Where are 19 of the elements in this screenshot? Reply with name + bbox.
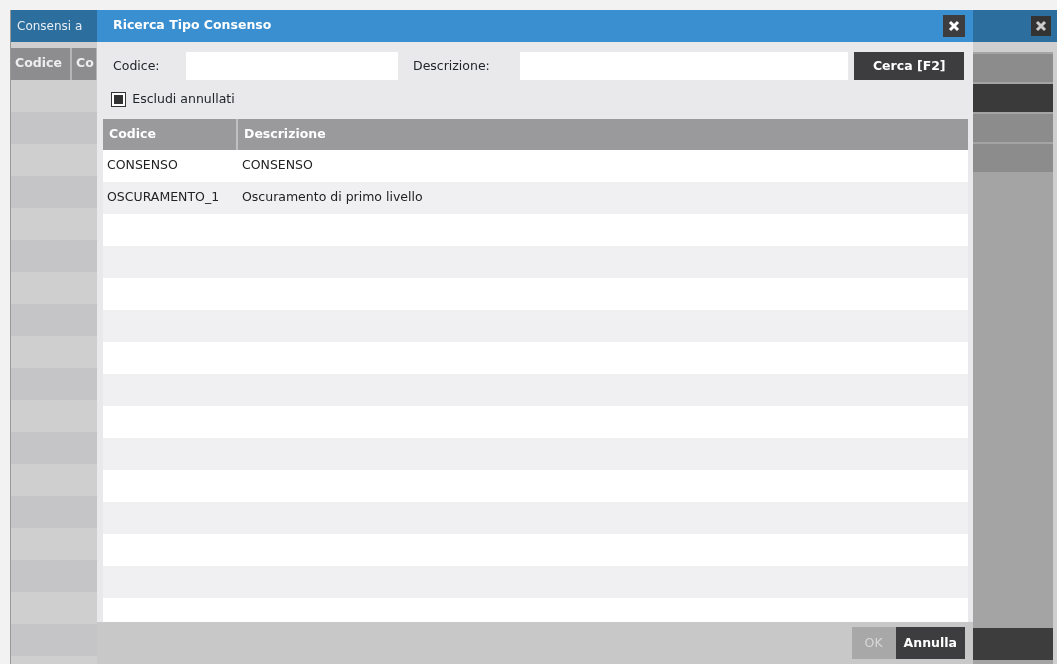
table-cell-text: OSCURAMENTO_1 — [106, 188, 221, 207]
dialog-title: Ricerca Tipo Consenso — [113, 17, 272, 32]
column-header: Co — [72, 48, 98, 80]
table-cell-text: CONSENSO — [106, 156, 179, 175]
checkbox-label: Escludi annullati — [132, 90, 235, 108]
table-cell-text: Oscuramento di primo livello — [241, 188, 424, 207]
column-header: Descrizione — [243, 124, 327, 143]
dialog-button[interactable]: Annulla — [895, 627, 965, 659]
checkbox[interactable] — [111, 91, 126, 107]
search-button[interactable]: Cerca [F2] — [854, 52, 965, 80]
close-button[interactable] — [943, 15, 965, 37]
window-title: Consensi a — [17, 19, 83, 33]
table-row[interactable]: CONSENSO CONSENSO — [103, 149, 968, 182]
field-label: Descrizione: — [413, 56, 491, 75]
column-header: Codice — [11, 48, 72, 80]
field-label: Codice: — [113, 56, 161, 75]
close-button[interactable] — [1031, 16, 1051, 36]
table-cell-text: CONSENSO — [241, 156, 314, 175]
table-row[interactable]: OSCURAMENTO_1 Oscuramento di primo livello — [103, 181, 968, 214]
